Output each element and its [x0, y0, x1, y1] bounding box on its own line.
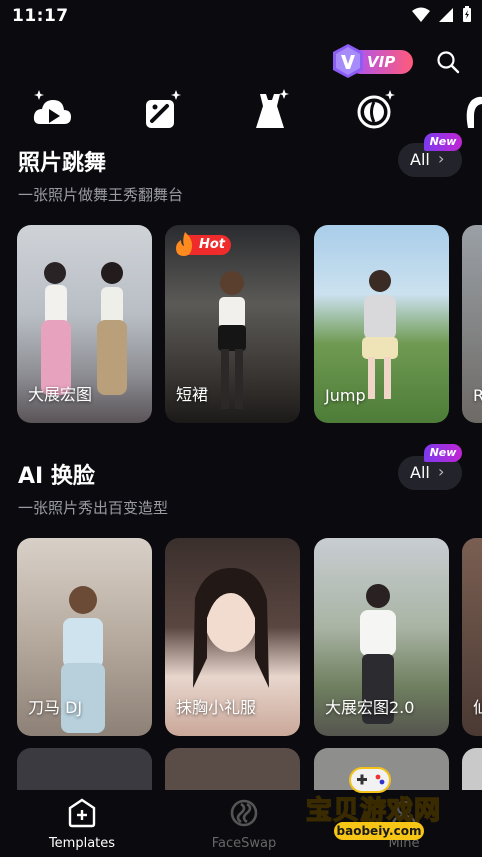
card-caption: R — [473, 386, 482, 405]
face-magic-icon[interactable] — [356, 88, 396, 132]
section-subtitle: 一张照片做舞王秀翻舞台 — [18, 186, 184, 204]
photo-edit-icon[interactable] — [144, 88, 184, 132]
vip-crown-icon — [333, 44, 363, 78]
nav-templates[interactable]: Templates — [32, 798, 132, 851]
card-caption: 大展宏图 — [28, 385, 93, 404]
template-card[interactable]: 大展宏图 — [17, 225, 152, 423]
watermark: 宝贝游戏网 baobeiy.com — [298, 767, 468, 852]
status-icons — [412, 6, 472, 23]
new-badge: New — [424, 444, 462, 462]
section-title: AI 换脸 — [18, 464, 95, 489]
template-card[interactable]: Jump — [314, 225, 449, 423]
nav-label: Templates — [48, 836, 116, 851]
status-time: 11:17 — [12, 6, 69, 26]
video-cloud-icon[interactable] — [32, 88, 72, 132]
signal-icon — [439, 7, 453, 22]
top-bar: VIP — [0, 38, 482, 84]
nav-label: FaceSwap — [211, 836, 277, 851]
section-subtitle: 一张照片秀出百变造型 — [18, 499, 169, 517]
category-row — [0, 88, 482, 134]
templates-icon — [68, 798, 96, 828]
faceswap-icon — [230, 799, 258, 827]
template-card[interactable]: R — [462, 225, 482, 423]
card-caption: 大展宏图2.0 — [325, 698, 415, 717]
card-caption: 刀马 DJ — [28, 698, 83, 717]
status-bar: 11:17 — [0, 0, 482, 34]
chevron-right-icon: › — [438, 462, 445, 481]
search-icon[interactable] — [436, 50, 460, 74]
card-caption: 抹胸小礼服 — [176, 698, 257, 717]
template-card[interactable]: 仙 — [462, 538, 482, 736]
section-title: 照片跳舞 — [18, 151, 107, 176]
watermark-url: baobeiy.com — [334, 822, 424, 840]
all-button-label: All — [410, 463, 430, 482]
hair-style-icon[interactable] — [462, 88, 482, 132]
template-card[interactable]: 大展宏图2.0 — [314, 538, 449, 736]
card-caption: 仙 — [473, 698, 482, 717]
template-card[interactable]: 刀马 DJ — [17, 538, 152, 736]
new-badge: New — [424, 133, 462, 151]
fire-icon — [176, 232, 193, 256]
template-card[interactable]: 抹胸小礼服 — [165, 538, 300, 736]
nav-faceswap[interactable]: FaceSwap — [194, 798, 294, 851]
card-caption: Jump — [325, 386, 366, 405]
all-button-label: All — [410, 150, 430, 169]
hot-badge: Hot — [173, 231, 233, 257]
vip-button[interactable]: VIP — [331, 43, 413, 78]
template-card[interactable]: Hot 短裙 — [165, 225, 300, 423]
chevron-right-icon: › — [438, 149, 445, 168]
battery-icon — [463, 6, 471, 22]
vip-label: VIP — [367, 53, 396, 71]
dress-icon[interactable] — [250, 88, 290, 132]
card-caption: 短裙 — [176, 385, 209, 404]
hot-label: Hot — [199, 237, 226, 252]
wifi-icon — [412, 7, 430, 22]
